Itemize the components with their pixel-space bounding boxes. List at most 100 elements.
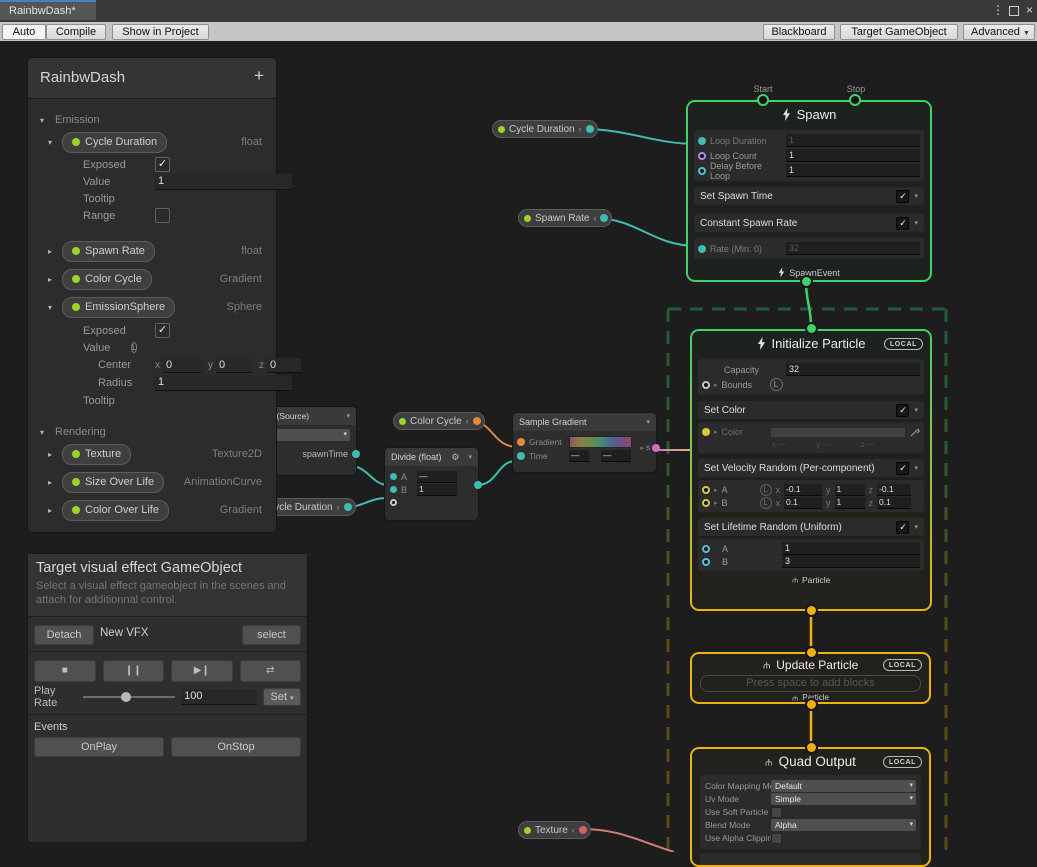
show-in-project-button[interactable]: Show in Project [112,24,209,40]
collapse-icon[interactable]: ‹ [337,502,340,512]
expander-icon[interactable]: ▸ [714,486,718,494]
lifetime-b-field[interactable]: 3 [782,555,920,568]
update-output-flow-port[interactable] [805,698,818,711]
chevron-down-icon[interactable]: ▾ [646,418,650,426]
chevron-down-icon[interactable]: ▾ [914,523,918,531]
blend-mode-dropdown[interactable]: Alpha ▾ [771,819,916,831]
collapse-icon[interactable]: ‹ [593,213,596,223]
param-node-spawn-rate[interactable]: Spawn Rate ‹ [518,209,612,227]
eyedropper-icon[interactable] [910,427,920,437]
velocity-b-port[interactable] [702,499,710,507]
chevron-down-icon[interactable]: ▾ [914,192,918,200]
param-output-port[interactable] [586,125,594,133]
gradient-input-port[interactable] [517,438,525,446]
radius-field[interactable]: 1 [155,375,292,391]
param-row-cycle-duration[interactable]: ▾ Cycle Duration float [28,131,276,153]
chevron-down-icon[interactable]: ▾ [40,116,48,125]
chevron-down-icon[interactable]: ▾ [914,406,918,414]
tab-rainbwdash[interactable]: RainbwDash* [0,0,96,20]
color-mapping-dropdown[interactable]: Default ▾ [771,780,916,792]
block-enabled-checkbox[interactable] [896,521,909,534]
velocity-a-port[interactable] [702,486,710,494]
loop-duration-field[interactable]: 1 [786,134,920,147]
auto-button[interactable]: Auto [2,24,46,40]
chevron-right-icon[interactable]: ▸ [48,506,56,515]
param-output-port[interactable] [344,503,352,511]
gear-icon[interactable]: ⚙ [451,452,459,463]
set-dropdown[interactable]: Set ▾ [263,688,301,706]
collapse-icon[interactable]: ‹ [579,124,582,134]
chevron-right-icon[interactable]: ▸ [48,478,56,487]
initialize-input-flow-port[interactable] [805,322,818,335]
chevron-right-icon[interactable]: ▸ [48,247,56,256]
gradient-preview[interactable] [569,436,632,448]
compile-button[interactable]: Compile [46,24,106,40]
param-row-spawn-rate[interactable]: ▸ Spawn Rate float [28,240,276,262]
spawntime-output-port[interactable] [352,450,360,458]
chevron-down-icon[interactable]: ▾ [48,303,56,312]
step-button[interactable]: ▶❙ [171,660,233,682]
initialize-output-flow-port[interactable] [805,604,818,617]
link-icon[interactable]: L [131,342,137,353]
category-emission[interactable]: ▾ Emission [28,111,276,129]
chevron-right-icon[interactable]: ▸ [48,275,56,284]
update-input-flow-port[interactable] [805,646,818,659]
restart-button[interactable]: ⇄ [240,660,302,682]
onstop-button[interactable]: OnStop [171,737,301,757]
link-icon[interactable]: L [760,484,772,496]
lifetime-a-field[interactable]: 1 [782,542,920,555]
slider-handle[interactable] [121,692,131,702]
loop-count-field[interactable]: 1 [786,149,920,162]
node-divide[interactable]: Divide (float) ⚙ ▾ A — B 1 [385,448,478,520]
node-quad-output[interactable]: Ψ Quad Output LOCAL Color Mapping Mode D… [690,747,931,867]
chevron-down-icon[interactable]: ▾ [468,453,472,461]
target-gameobject-toggle-button[interactable]: Target GameObject [840,24,958,40]
divide-b-port[interactable] [390,486,397,493]
expander-icon[interactable]: ▸ [714,381,718,389]
category-rendering[interactable]: ▾ Rendering [28,423,276,441]
expander-icon[interactable]: ▸ [714,499,718,507]
lifetime-b-port[interactable] [702,558,710,566]
chevron-right-icon[interactable]: ▸ [48,450,56,459]
spawn-start-port[interactable] [757,94,769,106]
block-enabled-checkbox[interactable] [896,217,909,230]
onplay-button[interactable]: OnPlay [34,737,164,757]
use-alpha-clipping-checkbox[interactable] [771,833,782,844]
node-sample-gradient[interactable]: Sample Gradient ▾ Gradient Time — — ▸ s [513,413,656,472]
node-spawn[interactable]: Spawn Loop Duration 1 Loop Count 1 Delay… [686,100,932,282]
link-icon[interactable]: L [770,378,783,391]
param-output-port[interactable] [579,826,587,834]
delay-before-loop-port[interactable] [698,167,706,175]
velocity-b-x[interactable]: 0.1 [784,497,822,509]
advanced-dropdown[interactable]: Advanced▼ [963,24,1035,40]
sample-output-port[interactable] [652,444,660,452]
block-set-lifetime-random[interactable]: Set Lifetime Random (Uniform) ▾ [698,518,924,536]
divide-output-port[interactable] [474,481,482,489]
close-icon[interactable]: × [1026,3,1033,17]
wire-divide-to-time[interactable] [477,461,516,485]
param-node-texture[interactable]: Texture ‹ [518,821,591,839]
add-parameter-button[interactable]: + [254,66,264,86]
loop-duration-port[interactable] [698,137,706,145]
block-constant-spawn-rate[interactable]: Constant Spawn Rate ▾ [694,214,924,232]
center-y-field[interactable]: 0 [216,358,252,373]
center-x-field[interactable]: 0 [163,358,201,373]
link-icon[interactable]: L [760,497,772,509]
loop-count-port[interactable] [698,152,706,160]
divide-a-field[interactable]: — [417,471,457,483]
param-node-cycle-duration[interactable]: Cycle Duration ‹ [492,120,598,138]
menu-icon[interactable]: ⋮ [992,3,1004,17]
param-row-texture[interactable]: ▸ Texture Texture2D [28,443,276,465]
exposed-checkbox[interactable] [155,157,170,172]
param-output-port[interactable] [473,417,481,425]
local-badge[interactable]: LOCAL [883,659,922,671]
play-rate-field[interactable]: 100 [181,689,257,705]
lifetime-a-port[interactable] [702,545,710,553]
uv-mode-dropdown[interactable]: Simple ▾ [771,793,916,805]
maximize-icon[interactable] [1009,6,1019,16]
chevron-down-icon[interactable]: ▾ [48,138,56,147]
velocity-a-z[interactable]: -0.1 [877,484,911,496]
block-enabled-checkbox[interactable] [896,190,909,203]
time-field[interactable]: — [569,450,589,462]
node-spawn-title[interactable]: Spawn [688,102,930,127]
